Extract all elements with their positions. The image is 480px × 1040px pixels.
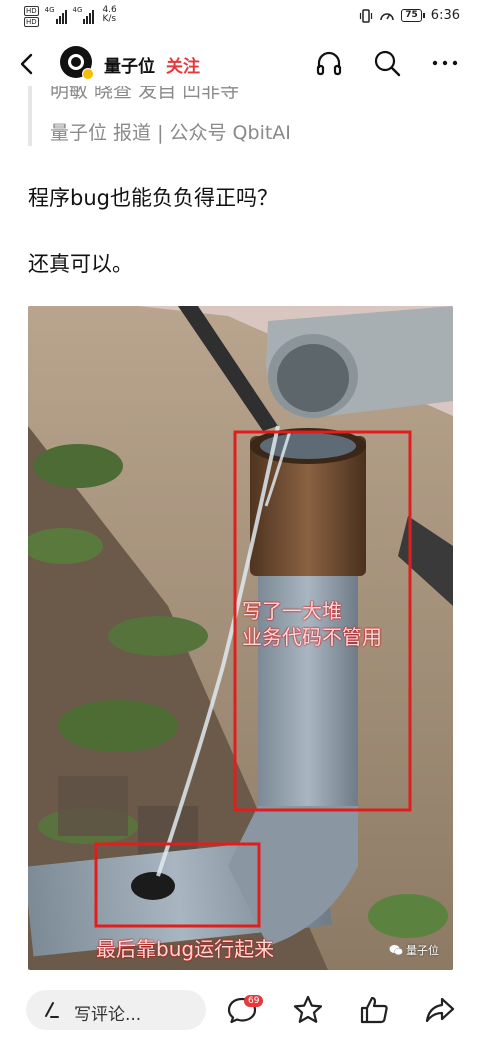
article-image[interactable]: 写了一大堆 业务代码不管用 最后靠bug运行起来 量子位 [28, 306, 453, 970]
byline-authors: 明敏 晓查 发自 凹非寺 [50, 86, 240, 102]
sim-tags: HD HD [24, 6, 39, 27]
sim2-tag: HD [24, 17, 39, 27]
signal-icon: 4G [45, 6, 67, 24]
author-name[interactable]: 量子位 [104, 52, 155, 77]
image-caption-bottom: 最后靠bug运行起来 [96, 937, 275, 961]
status-right: 75 6:36 [359, 8, 460, 23]
speedometer-icon [380, 12, 395, 20]
image-watermark: 量子位 [389, 942, 439, 958]
pen-icon [45, 1002, 59, 1018]
image-caption-line: 写了一大堆 [242, 599, 342, 623]
verified-badge-icon [82, 68, 94, 80]
status-left: HD HD 4G 4G 4.6 K/s [24, 6, 117, 27]
more-icon[interactable] [430, 48, 460, 78]
status-bar: HD HD 4G 4G 4.6 K/s 75 6:36 [0, 0, 480, 36]
clock: 6:36 [430, 8, 460, 23]
bottom-action-bar: 写评论... [0, 980, 480, 1040]
star-icon[interactable] [292, 994, 324, 1026]
signal-icon: 4G [73, 6, 95, 24]
article-paragraph: 程序bug也能负负得正吗？ [28, 186, 278, 210]
back-icon[interactable] [14, 50, 42, 78]
article-header: 量子位 关注 [0, 40, 480, 90]
article-paragraph: 还真可以。 [28, 252, 133, 276]
thumbs-up-icon[interactable] [358, 994, 390, 1026]
sim2-network: 4G [72, 6, 83, 14]
byline-source: 量子位 报道 | 公众号 QbitAI [50, 122, 291, 144]
avatar[interactable] [60, 46, 94, 80]
sim1-network: 4G [44, 6, 55, 14]
wechat-icon [389, 945, 403, 956]
sim1-tag: HD [24, 6, 39, 16]
net-speed-unit: K/s [102, 14, 117, 24]
net-speed: 4.6 K/s [102, 6, 116, 24]
image-caption-line: 业务代码不管用 [242, 625, 382, 649]
share-icon[interactable] [424, 994, 456, 1026]
vibrate-icon [360, 8, 373, 23]
headphones-icon[interactable] [314, 48, 344, 78]
watermark-text: 量子位 [406, 944, 439, 957]
follow-button[interactable]: 关注 [166, 52, 200, 77]
battery-level: 75 [401, 9, 422, 22]
search-icon[interactable] [372, 48, 402, 78]
pipe-photo [28, 306, 453, 970]
battery-icon: 75 [401, 9, 425, 22]
comment-input[interactable]: 写评论... [26, 990, 206, 1030]
comment-count-badge: 69 [244, 995, 264, 1007]
comment-placeholder: 写评论... [74, 1005, 142, 1025]
byline-quote: 明敏 晓查 发自 凹非寺 量子位 报道 | 公众号 QbitAI [28, 86, 448, 146]
